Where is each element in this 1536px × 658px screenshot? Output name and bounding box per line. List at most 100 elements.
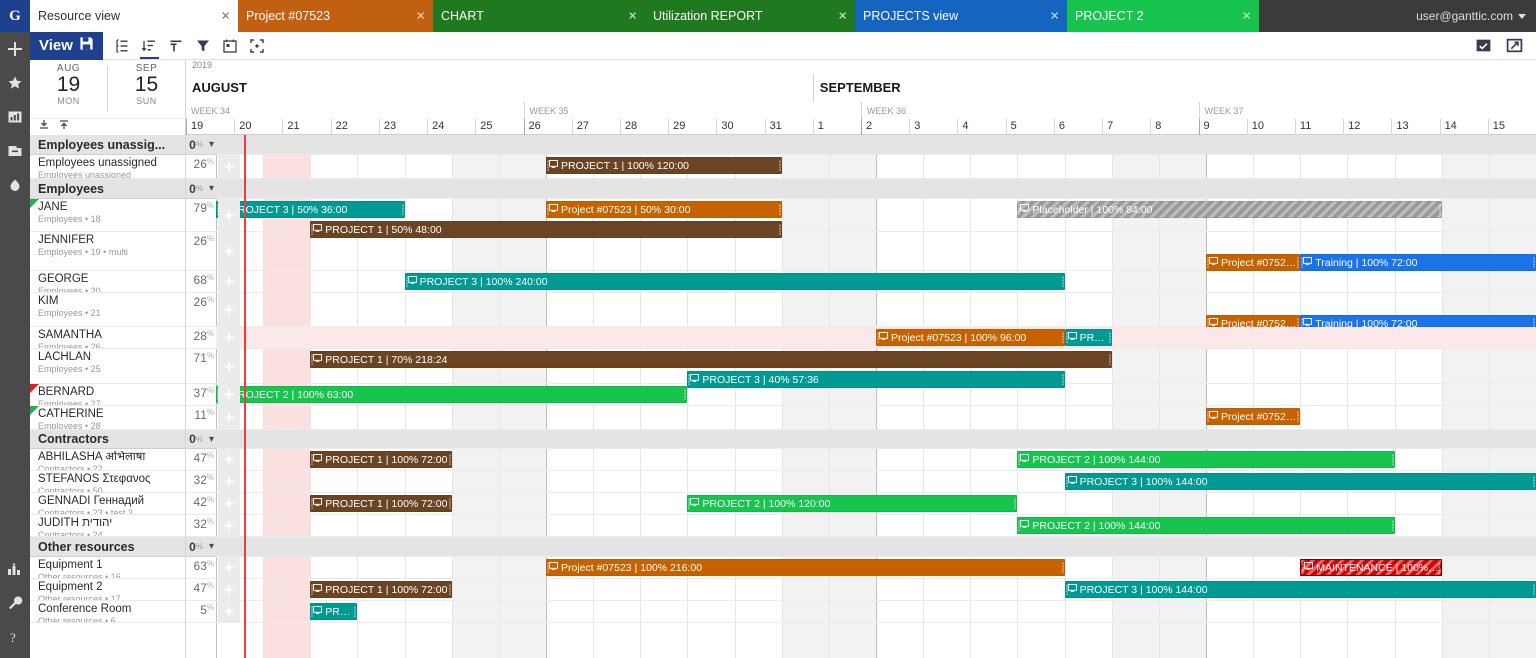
star-icon[interactable] (0, 66, 30, 100)
close-icon[interactable]: × (416, 9, 425, 24)
resource-row[interactable]: Equipment 2 Other resources • 17 (30, 579, 185, 601)
grid-resource-row[interactable]: PROJ... (216, 601, 1536, 623)
chevron-down-icon[interactable]: ▾ (209, 139, 214, 150)
add-task-button[interactable]: + (218, 293, 240, 326)
task-bar[interactable]: PROJECT 3 | 100% 144:00 (1064, 473, 1536, 490)
grid-resource-row[interactable]: Project #07523 | 100% 96:00 PROJ... (216, 327, 1536, 349)
grid-resource-row[interactable]: PROJECT 1 | 100% 72:00 PROJECT 3 | 100% 1… (216, 579, 1536, 601)
add-task-button[interactable]: + (218, 406, 240, 429)
close-icon[interactable]: × (221, 9, 230, 24)
add-task-button[interactable]: + (218, 155, 240, 178)
resources-icon[interactable] (0, 552, 30, 586)
task-bar[interactable]: PROJECT 1 | 100% 120:00 (546, 157, 782, 174)
resource-row[interactable]: STEFANOS Στεφανος Contractors • 50 (30, 471, 185, 493)
resource-row[interactable]: GEORGE Employees • 20 (30, 271, 185, 293)
task-bar[interactable]: Project #07523 | ... (1206, 408, 1301, 425)
resource-row[interactable]: KIM Employees • 21 (30, 293, 185, 327)
columns-icon[interactable] (163, 32, 190, 60)
tab-project-07523[interactable]: Project #07523 × (238, 0, 433, 32)
grid-group-row[interactable] (216, 179, 1536, 199)
grid-group-row[interactable] (216, 537, 1536, 557)
add-task-button[interactable]: + (218, 384, 240, 405)
resource-row[interactable]: BERNARD Employees • 27 (30, 384, 185, 406)
chevron-down-icon[interactable]: ▾ (209, 541, 214, 552)
focus-icon[interactable] (244, 32, 271, 60)
add-task-button[interactable]: + (218, 579, 240, 600)
app-logo[interactable]: G (0, 0, 30, 32)
task-bar[interactable]: PROJECT 3 | 100% 240:00 (404, 273, 1065, 290)
resource-row[interactable]: Conference Room Other resources • 6 (30, 601, 185, 623)
add-task-button[interactable]: + (218, 557, 240, 578)
task-bar[interactable]: MAINTENANCE | 100% 72:00 (1300, 559, 1442, 576)
expand-all-icon[interactable] (58, 118, 70, 136)
task-bar[interactable]: PROJECT 1 | 100% 72:00 (310, 581, 452, 598)
add-task-button[interactable]: + (218, 471, 240, 492)
close-icon[interactable]: × (1050, 9, 1059, 24)
plus-icon[interactable] (0, 32, 30, 66)
tab-resource-view[interactable]: Resource view × (30, 0, 238, 32)
close-icon[interactable]: × (628, 9, 637, 24)
resource-group-row[interactable]: Contractors (30, 430, 185, 449)
add-task-button[interactable]: + (218, 199, 240, 231)
grid-group-row[interactable] (216, 135, 1536, 155)
add-task-button[interactable]: + (218, 327, 240, 348)
group-list-icon[interactable] (109, 32, 136, 60)
close-icon[interactable]: × (838, 9, 847, 24)
range-start[interactable]: AUG 19 MON (30, 60, 107, 118)
task-bar[interactable]: PROJECT 1 | 100% 72:00 (310, 495, 452, 512)
resource-row[interactable]: JANE Employees • 18 (30, 199, 185, 232)
grid-resource-row[interactable]: PROJECT 1 | 100% 72:00 PROJECT 2 | 100% 1… (216, 493, 1536, 515)
grid-resource-row[interactable]: Project #07523 | ... (216, 406, 1536, 430)
calendar-icon[interactable] (217, 32, 244, 60)
help-icon[interactable]: ? (0, 620, 30, 654)
add-task-button[interactable]: + (218, 232, 240, 270)
add-task-button[interactable]: + (218, 271, 240, 292)
grid-resource-row[interactable]: PROJECT 1 | 70% 218:24 PROJECT 3 | 40% 57… (216, 349, 1536, 388)
tab-utilization-report[interactable]: Utilization REPORT × (645, 0, 855, 32)
grid-resource-row[interactable]: PROJECT 3 | 100% 240:00 (216, 271, 1536, 293)
task-bar[interactable]: PROJECT 2 | 100% 63:00 (216, 386, 688, 403)
view-button[interactable]: View (30, 31, 103, 60)
resource-row[interactable]: Employees unassigned Employees unassigned (30, 155, 185, 179)
tab-chart[interactable]: CHART × (433, 0, 645, 32)
resource-group-row[interactable]: Employees (30, 179, 185, 199)
grid-resource-row[interactable]: Project #07523 | ... Training | 100% 72:0… (216, 293, 1536, 332)
share-icon[interactable] (1501, 32, 1528, 60)
timeline-grid[interactable]: PROJECT 1 | 100% 120:00 PROJECT 3 | 50% 3… (216, 135, 1536, 658)
resource-row[interactable]: JENNIFER Employees • 19 • multi (30, 232, 185, 271)
task-bar[interactable]: PROJECT 3 | 100% 144:00 (1064, 581, 1536, 598)
task-bar[interactable]: PROJECT 1 | 70% 218:24 (310, 351, 1112, 368)
save-icon[interactable] (79, 36, 94, 55)
grid-resource-row[interactable]: PROJECT 1 | 100% 120:00 (216, 155, 1536, 179)
add-task-button[interactable]: + (218, 493, 240, 514)
task-bar[interactable]: PROJECT 2 | 100% 144:00 (1017, 451, 1395, 468)
grid-resource-row[interactable]: Project #07523 | ... Training | 100% 72:0… (216, 232, 1536, 271)
archive-icon[interactable] (0, 134, 30, 168)
add-task-button[interactable]: + (218, 449, 240, 470)
close-icon[interactable]: × (1242, 9, 1251, 24)
task-bar[interactable]: Placeholder | 100% 84:00 (1017, 201, 1442, 218)
resource-group-row[interactable]: Other resources (30, 537, 185, 557)
resource-row[interactable]: SAMANTHA Employees • 26 (30, 327, 185, 349)
filter-icon[interactable] (190, 32, 217, 60)
resource-row[interactable]: Equipment 1 Other resources • 16 (30, 557, 185, 579)
tab-projects-view[interactable]: PROJECTS view × (855, 0, 1067, 32)
add-task-button[interactable]: + (218, 349, 240, 383)
chevron-down-icon[interactable]: ▾ (209, 434, 214, 445)
resource-row[interactable]: LACHLAN Employees • 25 (30, 349, 185, 384)
task-bar[interactable]: Project #07523 | 100% 96:00 (876, 329, 1065, 346)
task-bar[interactable]: PROJECT 2 | 100% 144:00 (1017, 517, 1395, 534)
task-bar[interactable]: Training | 100% 72:00 (1300, 254, 1536, 271)
grid-resource-row[interactable]: PROJECT 3 | 50% 36:00 Project #07523 | 50… (216, 199, 1536, 238)
account-menu[interactable]: user@ganttic.com (1406, 0, 1536, 32)
resource-row[interactable]: ABHILASHA अभिलाषा Contractors • 22 (30, 449, 185, 471)
tab-project-2[interactable]: PROJECT 2 × (1067, 0, 1259, 32)
task-bar[interactable]: Project #07523 | ... (1206, 254, 1301, 271)
grid-resource-row[interactable]: PROJECT 1 | 100% 72:00 PROJECT 2 | 100% 1… (216, 449, 1536, 471)
resource-row[interactable]: GENNADI Геннадий Contractors • 23 • test … (30, 493, 185, 515)
task-bar[interactable]: PROJECT 2 | 100% 120:00 (687, 495, 1018, 512)
resource-row[interactable]: JUDITH יהודית Contractors • 24 (30, 515, 185, 537)
task-bar[interactable]: Project #07523 | 50% 30:00 (546, 201, 782, 218)
task-bar[interactable]: PROJ... (310, 603, 358, 620)
grid-resource-row[interactable]: PROJECT 3 | 100% 144:00 (216, 471, 1536, 493)
